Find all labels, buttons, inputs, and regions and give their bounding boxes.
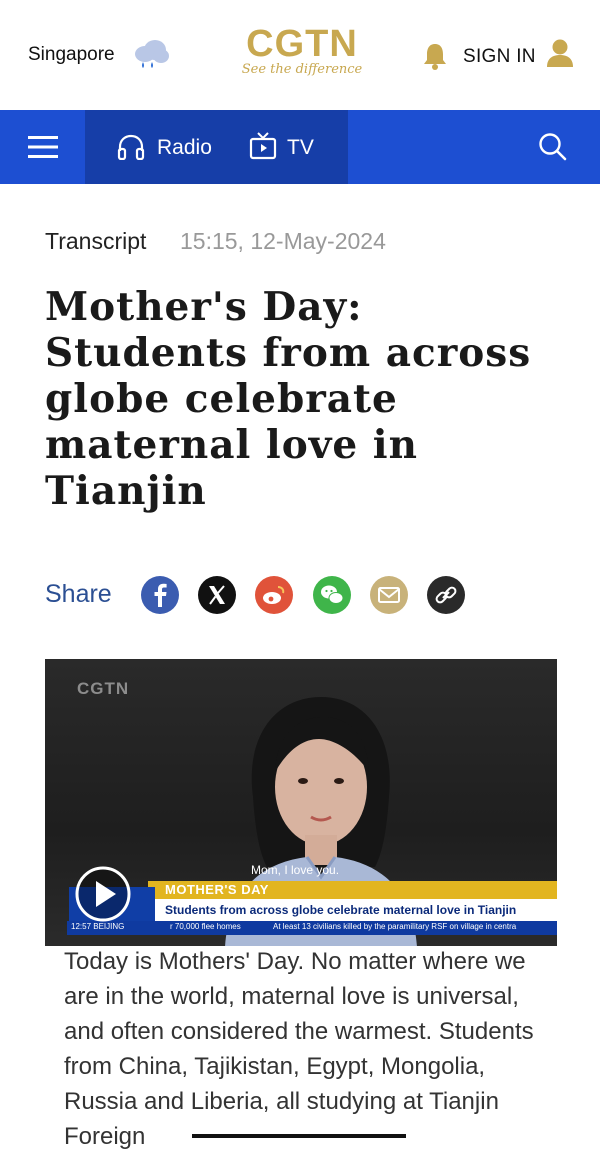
article-category[interactable]: Transcript <box>45 228 146 255</box>
share-label: Share <box>45 580 112 608</box>
video-player[interactable]: CGTN Mom, I love you. MOTHER'S DAY Stude… <box>45 659 557 946</box>
signin-link[interactable]: SIGN IN <box>463 46 536 68</box>
bell-icon[interactable] <box>422 42 448 70</box>
article-timestamp: 15:15, 12-May-2024 <box>180 228 386 254</box>
user-icon[interactable] <box>546 38 574 68</box>
ticker-time: 12:57 BEIJING <box>71 922 125 931</box>
nav-radio[interactable]: Radio <box>157 136 212 160</box>
ticker-item: At least 13 civilians killed by the para… <box>273 922 517 931</box>
cgtn-logo[interactable]: CGTN See the difference <box>240 24 364 77</box>
nav-tv[interactable]: TV <box>287 136 314 160</box>
location-label[interactable]: Singapore <box>28 44 115 66</box>
main-nav: Radio TV <box>0 110 600 184</box>
facebook-icon[interactable] <box>141 576 179 614</box>
weibo-icon[interactable] <box>255 576 293 614</box>
ticker-item: r 70,000 flee homes <box>170 922 241 931</box>
text-redaction-bar <box>192 1134 406 1138</box>
play-icon[interactable] <box>74 865 132 923</box>
lower-third-title: MOTHER'S DAY <box>165 882 269 897</box>
video-subtitle: Mom, I love you. <box>251 863 340 877</box>
logo-text: CGTN <box>246 23 358 65</box>
search-icon[interactable] <box>538 132 568 162</box>
video-watermark: CGTN <box>77 679 130 698</box>
tv-icon[interactable] <box>249 132 277 160</box>
menu-icon[interactable] <box>28 136 58 158</box>
link-icon[interactable] <box>427 576 465 614</box>
lower-third-subtitle: Students from across globe celebrate mat… <box>165 903 517 917</box>
article-headline: Mother's Day: Students from across globe… <box>45 284 532 514</box>
headphones-icon[interactable] <box>117 134 145 160</box>
weather-icon <box>135 40 169 68</box>
wechat-icon[interactable] <box>313 576 351 614</box>
email-icon[interactable] <box>370 576 408 614</box>
logo-tagline: See the difference <box>241 62 363 77</box>
x-icon[interactable] <box>198 576 236 614</box>
top-header: Singapore CGTN See the difference SIGN I… <box>0 0 600 110</box>
article-body: Today is Mothers' Day. No matter where w… <box>64 948 534 1150</box>
